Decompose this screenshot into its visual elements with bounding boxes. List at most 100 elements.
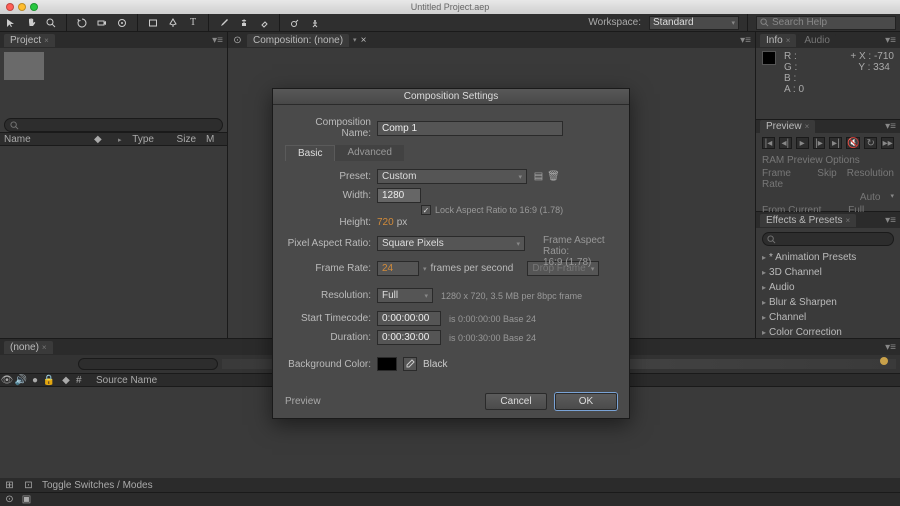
- tab-project[interactable]: Project×: [4, 34, 55, 47]
- start-timecode-input[interactable]: [377, 311, 441, 326]
- eyedropper-icon[interactable]: [403, 357, 417, 371]
- save-preset-icon[interactable]: ▤: [533, 171, 544, 182]
- preset-label: Preset:: [285, 171, 377, 182]
- resolution-select[interactable]: Full▾: [377, 288, 433, 303]
- tab-effects-presets[interactable]: Effects & Presets×: [760, 214, 856, 227]
- hand-tool-icon[interactable]: [24, 16, 38, 30]
- preview-transport: |◂ ◂| ▸ |▸ ▸| 🔇 ↻ ▸▸: [756, 133, 900, 153]
- duration-label: Duration:: [285, 332, 377, 343]
- workspace-select[interactable]: Standard▾: [649, 16, 739, 30]
- label-icon[interactable]: ◆: [90, 134, 110, 145]
- pan-behind-tool-icon[interactable]: [115, 16, 129, 30]
- window-titlebar: Untitled Project.aep: [0, 0, 900, 14]
- eraser-tool-icon[interactable]: [257, 16, 271, 30]
- label-column-icon[interactable]: ◆: [56, 375, 76, 386]
- info-panel-body: R :G :B : A : 0 + X : -710 Y : 334: [756, 48, 900, 98]
- par-select[interactable]: Square Pixels▾: [377, 236, 525, 251]
- panel-menu-icon[interactable]: ▾≡: [740, 35, 751, 46]
- zoom-tool-icon[interactable]: [44, 16, 58, 30]
- panel-menu-icon[interactable]: ▾≡: [885, 121, 896, 132]
- comp-name-input[interactable]: [377, 121, 563, 136]
- status-icon: ⊙: [4, 494, 15, 505]
- bg-color-label: Background Color:: [285, 359, 377, 370]
- project-search-input[interactable]: [4, 118, 223, 132]
- framerate-input[interactable]: 24: [377, 261, 419, 276]
- width-input[interactable]: [377, 188, 421, 203]
- rectangle-tool-icon[interactable]: [146, 16, 160, 30]
- mute-button[interactable]: 🔇: [846, 137, 860, 149]
- effects-category[interactable]: * Animation Presets: [756, 250, 900, 265]
- search-help-input[interactable]: Search Help: [756, 16, 896, 30]
- tab-basic[interactable]: Basic: [285, 145, 335, 161]
- tab-preview[interactable]: Preview×: [760, 120, 815, 133]
- workspace-label: Workspace:: [588, 17, 641, 28]
- video-column-icon[interactable]: 👁: [0, 375, 14, 386]
- timeline-search-input[interactable]: [78, 358, 218, 370]
- bg-color-swatch[interactable]: [377, 357, 397, 371]
- effects-category[interactable]: Channel: [756, 310, 900, 325]
- expand-transfer-icon[interactable]: ⊞: [4, 480, 15, 491]
- cancel-button[interactable]: Cancel: [485, 393, 547, 410]
- source-name-column[interactable]: Source Name: [92, 375, 157, 386]
- close-icon[interactable]: ×: [44, 36, 49, 45]
- toggle-switches-modes-button[interactable]: Toggle Switches / Modes: [42, 480, 153, 491]
- puppet-tool-icon[interactable]: [308, 16, 322, 30]
- selection-tool-icon[interactable]: [4, 16, 18, 30]
- effects-category[interactable]: Blur & Sharpen: [756, 295, 900, 310]
- ok-button[interactable]: OK: [555, 393, 617, 410]
- tab-audio[interactable]: Audio: [798, 34, 836, 47]
- tab-info[interactable]: Info×: [760, 34, 796, 47]
- ram-preview-button[interactable]: ▸▸: [881, 137, 894, 149]
- toggle-switches-icon[interactable]: ⊡: [23, 480, 34, 491]
- next-frame-button[interactable]: |▸: [813, 137, 826, 149]
- brush-tool-icon[interactable]: [217, 16, 231, 30]
- clone-stamp-tool-icon[interactable]: [237, 16, 251, 30]
- effects-category[interactable]: 3D Channel: [756, 265, 900, 280]
- panel-menu-icon[interactable]: ▾≡: [885, 215, 896, 226]
- tab-timeline[interactable]: (none)×: [4, 341, 53, 354]
- dialog-preview-toggle[interactable]: Preview: [285, 396, 321, 407]
- first-frame-button[interactable]: |◂: [762, 137, 775, 149]
- duration-input[interactable]: [377, 330, 441, 345]
- search-icon: [10, 121, 19, 130]
- status-icon: ▣: [21, 494, 32, 505]
- prev-frame-button[interactable]: ◂|: [779, 137, 792, 149]
- search-icon: [760, 18, 769, 27]
- panel-menu-icon[interactable]: ▾≡: [212, 35, 223, 46]
- delete-preset-icon[interactable]: 🗑: [548, 171, 559, 182]
- tab-advanced[interactable]: Advanced: [335, 145, 403, 161]
- height-label: Height:: [285, 217, 377, 228]
- dialog-title: Composition Settings: [273, 89, 629, 105]
- lock-aspect-checkbox[interactable]: ✓: [421, 205, 431, 215]
- type-tool-icon[interactable]: T: [186, 16, 200, 30]
- last-frame-button[interactable]: ▸|: [829, 137, 842, 149]
- height-value[interactable]: 720: [377, 217, 394, 228]
- start-timecode-label: Start Timecode:: [285, 313, 377, 324]
- roto-brush-tool-icon[interactable]: [288, 16, 302, 30]
- audio-column-icon[interactable]: 🔊: [14, 375, 28, 386]
- solo-column-icon[interactable]: ●: [28, 375, 42, 386]
- panel-menu-icon[interactable]: ▾≡: [885, 35, 896, 46]
- resolution-label: Resolution:: [285, 290, 377, 301]
- composition-settings-dialog: Composition Settings Composition Name: B…: [272, 88, 630, 419]
- lock-column-icon[interactable]: 🔒: [42, 375, 56, 386]
- pen-tool-icon[interactable]: [166, 16, 180, 30]
- comp-dropdown-icon[interactable]: ▾: [353, 36, 357, 44]
- rotation-tool-icon[interactable]: [75, 16, 89, 30]
- framerate-dropdown-icon[interactable]: ▾: [423, 265, 427, 273]
- panel-menu-icon[interactable]: ▾≡: [885, 342, 896, 353]
- close-icon[interactable]: ×: [361, 35, 367, 46]
- project-columns-header: Name ◆ ▸ Type Size M: [0, 132, 227, 146]
- bg-color-name: Black: [423, 359, 447, 370]
- play-button[interactable]: ▸: [796, 137, 809, 149]
- comp-name-label: Composition Name:: [285, 117, 377, 139]
- comp-lock-icon[interactable]: ⊙: [232, 35, 243, 46]
- work-area-end-handle[interactable]: [880, 357, 888, 365]
- preset-select[interactable]: Custom▾: [377, 169, 527, 184]
- camera-tool-icon[interactable]: [95, 16, 109, 30]
- status-bar: ⊙ ▣: [0, 492, 900, 506]
- tab-composition[interactable]: Composition: (none): [247, 34, 349, 47]
- effects-search-input[interactable]: [762, 232, 894, 246]
- loop-button[interactable]: ↻: [864, 137, 877, 149]
- effects-category[interactable]: Audio: [756, 280, 900, 295]
